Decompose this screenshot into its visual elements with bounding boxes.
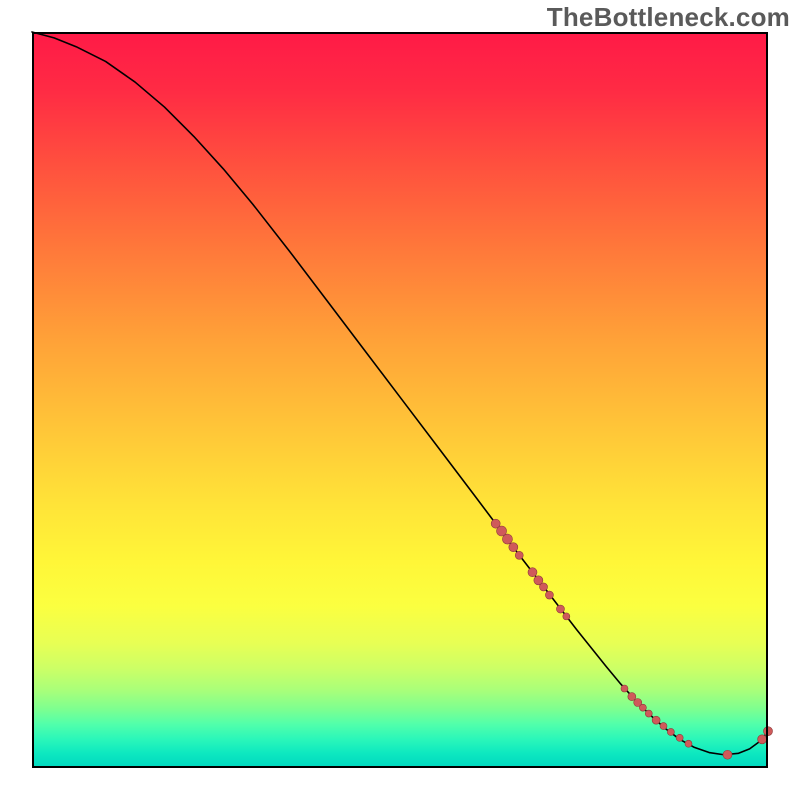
data-point (628, 693, 636, 701)
data-point (758, 735, 767, 744)
curve-layer (32, 32, 768, 768)
data-point (645, 710, 652, 717)
data-point (556, 605, 564, 613)
data-point (502, 534, 512, 544)
data-point (685, 740, 692, 747)
data-point (563, 613, 570, 620)
data-point (515, 551, 523, 559)
data-point (667, 728, 674, 735)
data-markers (491, 519, 772, 759)
data-point (621, 685, 628, 692)
data-point (652, 716, 660, 724)
data-point (676, 734, 683, 741)
bottleneck-curve (32, 32, 768, 755)
plot-area (32, 32, 768, 768)
data-point (509, 543, 518, 552)
data-point (639, 704, 646, 711)
data-point (764, 727, 773, 736)
chart-container: TheBottleneck.com (0, 0, 800, 800)
watermark-text: TheBottleneck.com (547, 2, 790, 33)
data-point (540, 583, 548, 591)
data-point (545, 591, 553, 599)
data-point (660, 723, 667, 730)
data-point (723, 750, 732, 759)
data-point (528, 568, 537, 577)
